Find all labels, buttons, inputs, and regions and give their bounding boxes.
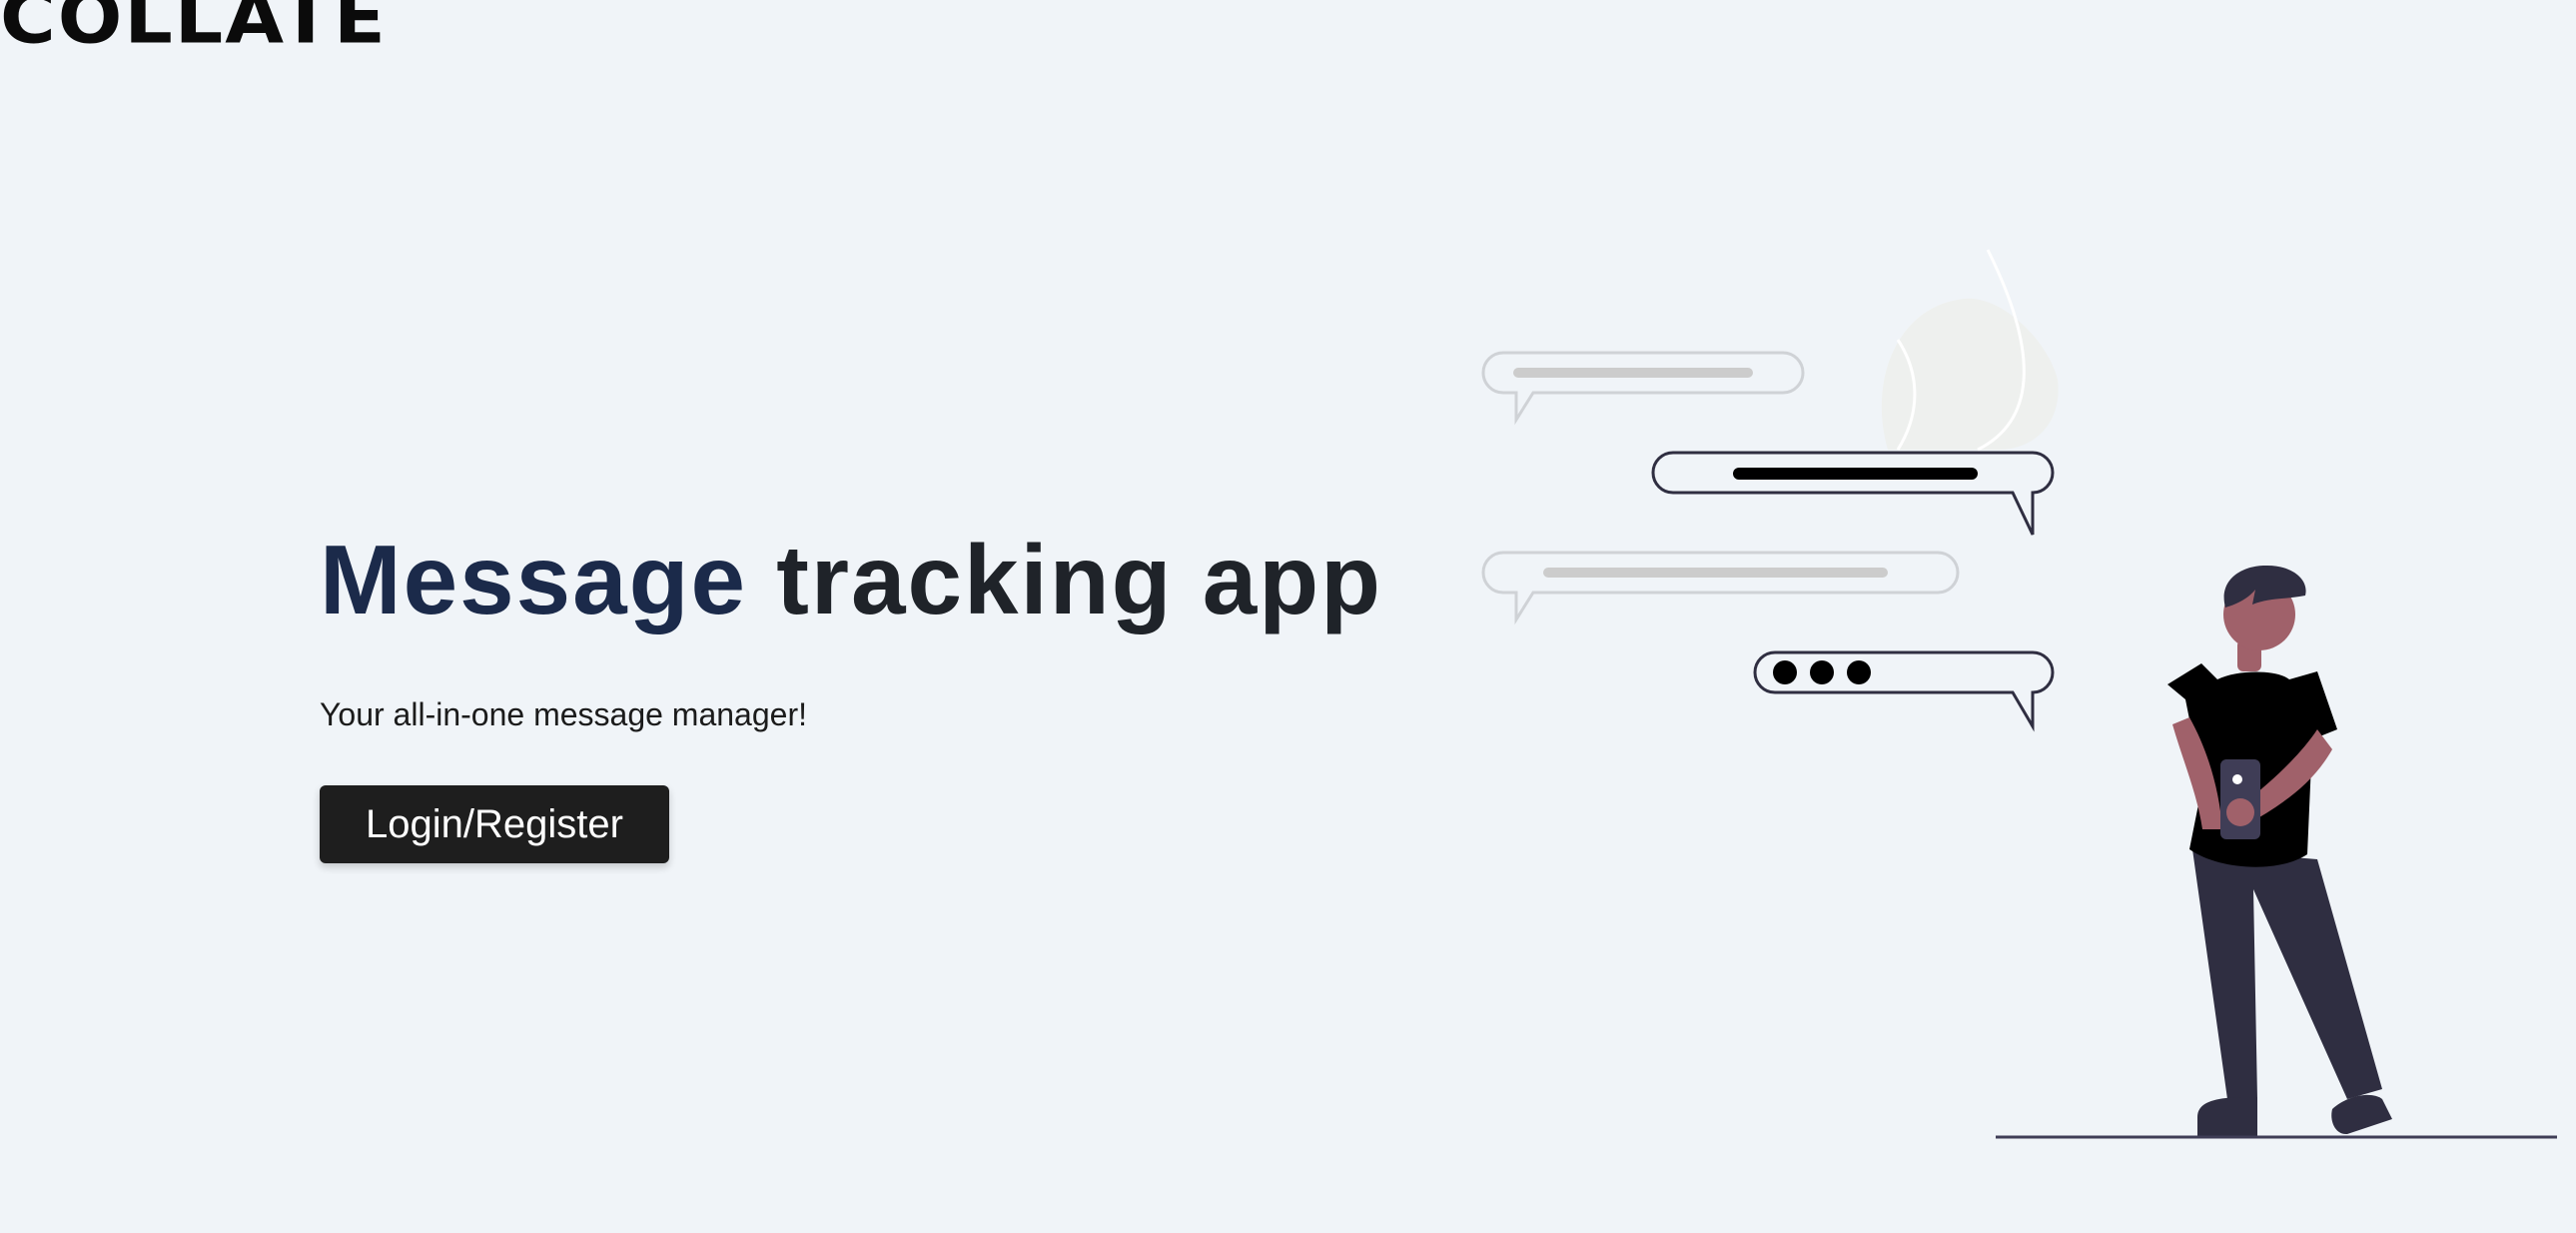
app-logo: COLLATE: [0, 0, 388, 60]
page-subtitle: Your all-in-one message manager!: [320, 696, 807, 732]
person-shoe-left: [2197, 1097, 2257, 1137]
chat-illustration: [1478, 230, 2576, 1149]
person-leg-left: [2192, 849, 2382, 1099]
chat-bubble-1: [1481, 351, 1805, 426]
chat-bubble-3: [1481, 551, 1960, 625]
login-register-button[interactable]: Login/Register: [320, 785, 669, 864]
page-title-rest: tracking app: [747, 525, 1382, 634]
page-title-accent: Message: [320, 525, 748, 634]
page-title: Message tracking app: [320, 520, 1380, 639]
illustration-svg: [1481, 249, 2557, 1139]
chat-bubble-typing: [1753, 650, 2055, 732]
chat-bubble-2: [1651, 451, 2055, 536]
hero-section: Message tracking app Your all-in-one mes…: [320, 520, 1380, 864]
person-figure: [2167, 565, 2392, 1137]
person-shoe-right: [2331, 1094, 2392, 1135]
